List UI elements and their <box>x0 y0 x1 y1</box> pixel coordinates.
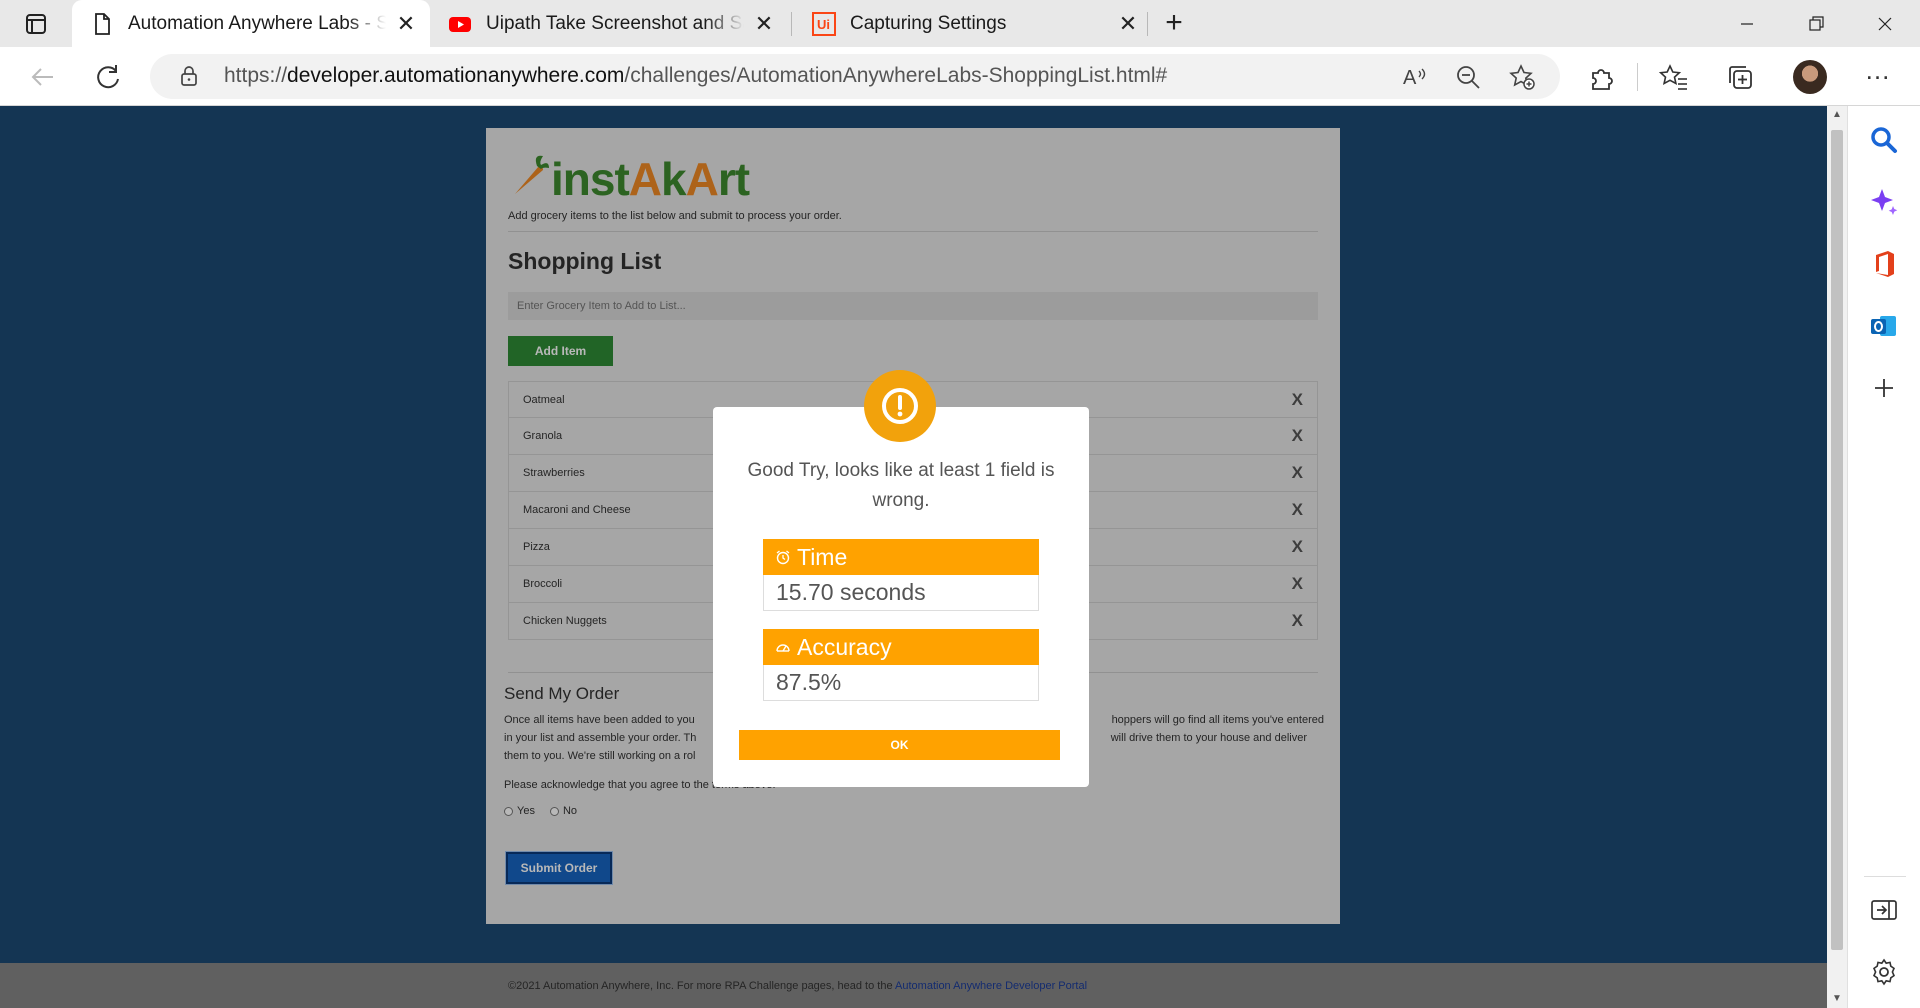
add-sidebar-app-icon[interactable] <box>1868 372 1900 404</box>
sidebar-divider <box>1864 876 1906 877</box>
zoom-out-icon[interactable] <box>1454 63 1482 91</box>
alert-badge <box>864 370 936 442</box>
tab-capturing-settings[interactable]: Ui Capturing Settings ✕ <box>794 0 1152 47</box>
page-icon <box>95 12 110 35</box>
url-path: /challenges/AutomationAnywhereLabs-Shopp… <box>624 64 1168 87</box>
scroll-up-icon[interactable]: ▲ <box>1827 106 1847 124</box>
refresh-icon <box>97 65 119 89</box>
tab-uipath-screenshot[interactable]: Uipath Take Screenshot and Save ✕ <box>430 0 788 47</box>
scroll-down-icon[interactable]: ▼ <box>1827 990 1847 1008</box>
scroll-thumb[interactable] <box>1831 130 1843 950</box>
toolbar-separator <box>1637 63 1638 91</box>
alarm-clock-icon <box>776 550 790 565</box>
page-scrollbar[interactable]: ▲ ▼ <box>1827 106 1847 1008</box>
hide-sidebar-icon[interactable] <box>1868 894 1900 926</box>
youtube-icon <box>449 16 471 32</box>
close-tab-icon[interactable]: ✕ <box>1116 11 1140 36</box>
edge-sidebar <box>1847 106 1920 1008</box>
ok-button[interactable]: OK <box>739 730 1060 760</box>
close-tab-icon[interactable]: ✕ <box>394 11 418 36</box>
gauge-icon <box>776 644 790 652</box>
address-bar[interactable]: https://developer.automationanywhere.com… <box>150 54 1560 99</box>
tab-title: Automation Anywhere Labs - Shopping List <box>128 12 386 34</box>
extensions-icon[interactable] <box>1586 61 1618 93</box>
lock-icon[interactable] <box>178 65 200 87</box>
close-tab-icon[interactable]: ✕ <box>752 11 776 36</box>
tab-title: Uipath Take Screenshot and Save <box>486 12 744 34</box>
time-stat: Time 15.70 seconds <box>763 539 1039 611</box>
minimize-button[interactable] <box>1724 10 1770 38</box>
back-button[interactable] <box>26 61 58 93</box>
tab-actions-icon[interactable] <box>18 10 52 38</box>
time-header: Time <box>763 539 1039 575</box>
browser-toolbar: https://developer.automationanywhere.com… <box>0 47 1920 106</box>
restore-icon <box>1809 16 1824 31</box>
tab-strip: Automation Anywhere Labs - Shopping List… <box>0 0 1920 47</box>
time-label: Time <box>797 544 848 570</box>
copilot-sparkle-icon[interactable] <box>1868 186 1900 218</box>
gear-icon[interactable] <box>1868 956 1900 988</box>
url-host: developer.automationanywhere.com <box>287 64 625 87</box>
close-icon <box>1878 17 1892 31</box>
read-aloud-icon[interactable]: A <box>1400 63 1428 91</box>
office-icon[interactable] <box>1868 248 1900 280</box>
time-value: 15.70 seconds <box>763 575 1039 611</box>
read-aloud-label: A <box>1403 67 1417 89</box>
collections-icon[interactable] <box>1724 61 1756 93</box>
page-viewport: instAkArt Add grocery items to the list … <box>0 106 1827 1008</box>
tab-separator <box>1147 12 1148 36</box>
back-arrow-icon <box>31 68 53 86</box>
url-prefix: https:// <box>224 64 288 87</box>
url-text[interactable]: https://developer.automationanywhere.com… <box>224 64 1167 88</box>
svg-text:Ui: Ui <box>817 17 830 32</box>
refresh-button[interactable] <box>92 61 124 93</box>
settings-more-button[interactable]: … <box>1862 57 1894 92</box>
close-window-button[interactable] <box>1862 10 1908 38</box>
search-icon[interactable] <box>1868 124 1900 156</box>
accuracy-header: Accuracy <box>763 629 1039 665</box>
tab-title: Capturing Settings <box>850 12 1007 34</box>
profile-avatar[interactable] <box>1793 60 1827 94</box>
minimize-icon <box>1741 23 1753 25</box>
uipath-icon: Ui <box>812 11 836 36</box>
favorites-icon[interactable] <box>1658 61 1690 93</box>
accuracy-value: 87.5% <box>763 665 1039 701</box>
restore-button[interactable] <box>1793 10 1839 38</box>
result-modal: Good Try, looks like at least 1 field is… <box>713 370 1089 787</box>
tab-automation-anywhere[interactable]: Automation Anywhere Labs - Shopping List… <box>72 0 430 47</box>
outlook-icon[interactable] <box>1868 310 1900 342</box>
tab-separator <box>791 12 792 36</box>
new-tab-button[interactable]: + <box>1160 8 1188 38</box>
add-favorite-icon[interactable] <box>1508 63 1536 91</box>
exclamation-icon <box>882 388 918 424</box>
accuracy-label: Accuracy <box>797 634 892 660</box>
result-message: Good Try, looks like at least 1 field is… <box>747 460 1055 511</box>
accuracy-stat: Accuracy 87.5% <box>763 629 1039 701</box>
